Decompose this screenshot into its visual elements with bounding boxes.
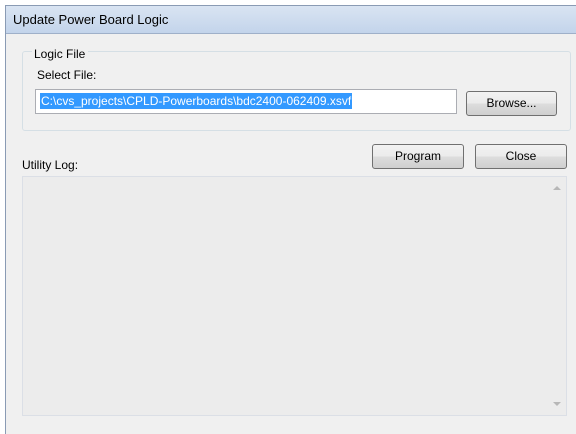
utility-log-label: Utility Log: bbox=[22, 158, 79, 172]
file-path-selected-text: C:\cvs_projects\CPLD-Powerboards\bdc2400… bbox=[40, 93, 353, 109]
select-file-label: Select File: bbox=[37, 68, 97, 82]
window-title: Update Power Board Logic bbox=[13, 12, 169, 27]
title-bar[interactable]: Update Power Board Logic bbox=[6, 6, 576, 34]
file-path-input[interactable]: C:\cvs_projects\CPLD-Powerboards\bdc2400… bbox=[35, 89, 457, 114]
browse-button[interactable]: Browse... bbox=[466, 91, 557, 116]
program-button[interactable]: Program bbox=[372, 144, 464, 169]
logic-file-group-label: Logic File bbox=[32, 48, 89, 61]
log-vertical-scrollbar[interactable] bbox=[549, 177, 566, 415]
utility-log-textarea[interactable] bbox=[22, 176, 567, 416]
scroll-down-arrow-icon[interactable] bbox=[553, 402, 561, 406]
close-button[interactable]: Close bbox=[475, 144, 567, 169]
scroll-up-arrow-icon[interactable] bbox=[553, 186, 561, 190]
